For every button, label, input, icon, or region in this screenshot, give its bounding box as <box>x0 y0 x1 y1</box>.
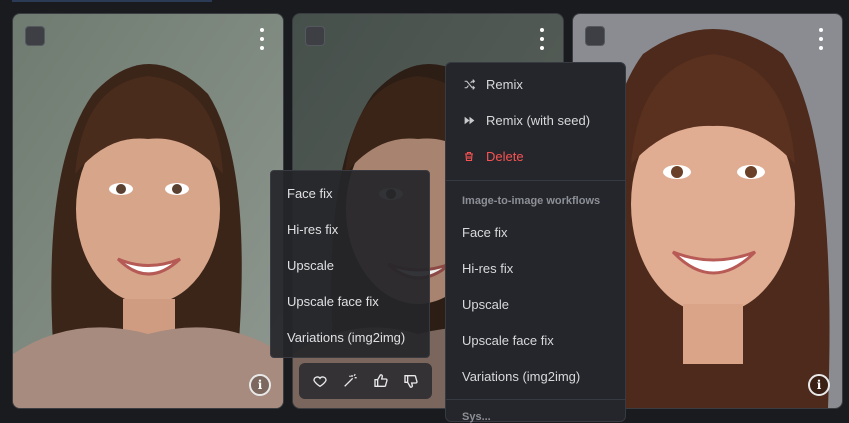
shuffle-icon <box>462 78 476 92</box>
menu-item-face-fix[interactable]: Face fix <box>462 225 508 240</box>
menu-item-delete[interactable]: Delete <box>462 149 615 164</box>
menu-item-label: Delete <box>486 149 524 164</box>
more-options-icon[interactable] <box>257 28 267 50</box>
select-checkbox[interactable] <box>585 26 605 46</box>
magic-wand-icon[interactable] <box>339 370 361 392</box>
more-options-icon[interactable] <box>537 28 547 50</box>
menu-item-remix[interactable]: Remix <box>462 77 615 92</box>
section-label-next: Sys... <box>462 411 491 423</box>
menu-item-upscale[interactable]: Upscale <box>462 297 509 312</box>
trash-icon <box>462 150 476 164</box>
select-checkbox[interactable] <box>305 26 325 46</box>
submenu-item-variations[interactable]: Variations (img2img) <box>287 330 405 345</box>
image-card-1[interactable]: i <box>12 13 284 409</box>
menu-item-hi-res-fix[interactable]: Hi-res fix <box>462 261 513 276</box>
menu-item-label: Remix <box>486 77 523 92</box>
reaction-bar <box>299 363 432 399</box>
submenu-item-upscale[interactable]: Upscale <box>287 258 334 273</box>
portrait-image[interactable] <box>13 14 283 408</box>
heart-icon[interactable] <box>309 370 331 392</box>
workflow-submenu: Face fix Hi-res fix Upscale Upscale face… <box>270 170 430 358</box>
menu-item-upscale-face-fix[interactable]: Upscale face fix <box>462 333 554 348</box>
image-options-menu: Remix Remix (with seed) Delete Image-to-… <box>445 62 626 423</box>
menu-item-label: Remix (with seed) <box>486 113 591 128</box>
info-icon[interactable]: i <box>249 374 271 396</box>
more-options-icon[interactable] <box>816 28 826 50</box>
menu-divider <box>446 180 625 181</box>
fast-forward-icon <box>462 114 476 128</box>
thumbs-up-icon[interactable] <box>370 370 392 392</box>
menu-item-variations[interactable]: Variations (img2img) <box>462 369 580 384</box>
info-icon[interactable]: i <box>808 374 830 396</box>
submenu-item-face-fix[interactable]: Face fix <box>287 186 333 201</box>
thumbs-down-icon[interactable] <box>400 370 422 392</box>
section-label: Image-to-image workflows <box>462 195 601 207</box>
select-checkbox[interactable] <box>25 26 45 46</box>
top-accent-line <box>12 0 212 2</box>
menu-divider <box>446 399 625 400</box>
submenu-item-upscale-face-fix[interactable]: Upscale face fix <box>287 294 379 309</box>
menu-item-remix-with-seed[interactable]: Remix (with seed) <box>462 113 615 128</box>
submenu-item-hi-res-fix[interactable]: Hi-res fix <box>287 222 338 237</box>
